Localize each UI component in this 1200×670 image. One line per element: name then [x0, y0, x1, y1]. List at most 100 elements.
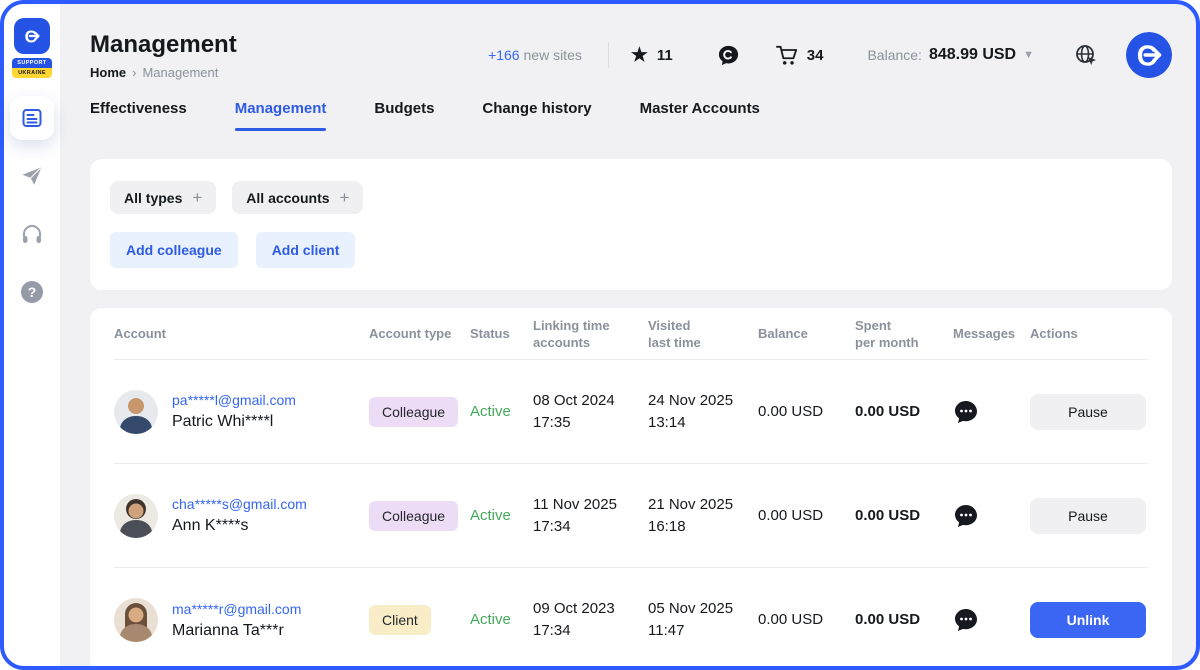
tab-effectiveness[interactable]: Effectiveness [90, 100, 187, 131]
language-button[interactable] [1074, 43, 1098, 67]
status-text: Active [470, 403, 511, 420]
tab-change-history[interactable]: Change history [482, 100, 591, 131]
collaborator-logo-icon: C [19, 23, 45, 49]
filter-all-accounts-label: All accounts [246, 190, 329, 206]
col-header-text: Account [114, 325, 369, 342]
col-header-text: Balance [758, 325, 855, 342]
tab-master-accounts[interactable]: Master Accounts [640, 100, 760, 131]
actions-cell: Pause [1030, 498, 1148, 534]
sidebar-item-help[interactable]: ? [10, 270, 54, 314]
sidebar-item-support[interactable] [10, 212, 54, 256]
profile-avatar[interactable]: C [1126, 32, 1172, 78]
account-cell: pa*****l@gmail.com Patric Whi****l [114, 390, 369, 434]
balance-dropdown[interactable]: Balance: 848.99 USD ▼ [867, 46, 1034, 64]
support-ukraine-badge: SUPPORT UKRAINE [12, 58, 52, 78]
linking-time-cell: 08 Oct 2024 17:35 [533, 390, 648, 434]
col-header-text: Account type [369, 325, 470, 342]
col-header-text: Actions [1030, 325, 1148, 342]
question-icon: ? [21, 281, 43, 303]
linking-time: 17:34 [533, 620, 648, 642]
account-type-cell: Colleague [369, 397, 470, 427]
messages-cell [953, 607, 1030, 633]
sidebar-nav: ? [10, 96, 54, 328]
sidebar-item-telegram[interactable] [10, 154, 54, 198]
messenger-button[interactable] [717, 44, 740, 67]
sidebar-item-content[interactable] [10, 96, 54, 140]
plus-icon: + [192, 189, 202, 206]
page-title: Management [90, 31, 237, 59]
app-logo[interactable]: C [14, 18, 50, 54]
chat-bubble-icon [717, 44, 740, 67]
balance-amount: 0.00 USD [758, 403, 823, 420]
account-type-badge: Colleague [369, 501, 458, 531]
cart-button[interactable]: 34 [776, 45, 824, 66]
balance-cell: 0.00 USD [758, 403, 855, 421]
breadcrumb-home-link[interactable]: Home [90, 65, 126, 80]
spent-cell: 0.00 USD [855, 403, 953, 421]
topbar-right: +166 new sites ★ 11 [488, 32, 1172, 78]
status-cell: Active [470, 507, 533, 525]
app-window: C SUPPORT UKRAINE [0, 0, 1200, 670]
cart-icon [776, 45, 798, 66]
tab-management[interactable]: Management [235, 100, 327, 131]
linking-time: 17:35 [533, 412, 648, 434]
status-text: Active [470, 611, 511, 628]
chevron-down-icon: ▼ [1023, 49, 1034, 61]
balance-label: Balance: [867, 47, 921, 63]
add-colleague-button[interactable]: Add colleague [110, 232, 238, 268]
account-email-link[interactable]: cha*****s@gmail.com [172, 496, 307, 512]
globe-cursor-icon [1074, 43, 1098, 67]
user-avatar [114, 494, 158, 538]
spent-cell: 0.00 USD [855, 507, 953, 525]
visited-date: 24 Nov 2025 [648, 390, 758, 412]
sidebar: C SUPPORT UKRAINE [4, 4, 60, 666]
message-button[interactable] [953, 607, 979, 633]
col-header-account-type: Account type [369, 325, 470, 342]
col-header-spent: Spent per month [855, 317, 953, 351]
table-row: pa*****l@gmail.com Patric Whi****l Colle… [114, 360, 1148, 464]
spent-cell: 0.00 USD [855, 611, 953, 629]
visited-cell: 21 Nov 2025 16:18 [648, 494, 758, 538]
table-row: cha*****s@gmail.com Ann K****s Colleague… [114, 464, 1148, 568]
account-cell: cha*****s@gmail.com Ann K****s [114, 494, 369, 538]
tab-budgets[interactable]: Budgets [374, 100, 434, 131]
col-header-visited: Visited last time [648, 317, 758, 351]
col-header-account: Account [114, 325, 369, 342]
breadcrumb: Home › Management [90, 65, 237, 80]
spent-amount: 0.00 USD [855, 403, 920, 420]
balance-cell: 0.00 USD [758, 507, 855, 525]
message-button[interactable] [953, 399, 979, 425]
cart-count: 34 [807, 47, 824, 64]
linking-time-cell: 11 Nov 2025 17:34 [533, 494, 648, 538]
filter-button-row: Add colleague Add client [110, 232, 1152, 268]
linking-date: 11 Nov 2025 [533, 494, 648, 516]
status-cell: Active [470, 611, 533, 629]
filter-all-types[interactable]: All types + [110, 181, 216, 214]
visited-date: 05 Nov 2025 [648, 598, 758, 620]
linking-date: 08 Oct 2024 [533, 390, 648, 412]
tab-bar: Effectiveness Management Budgets Change … [90, 100, 1172, 131]
account-name: Ann K****s [172, 517, 307, 535]
favorites-count: 11 [657, 47, 673, 64]
unlink-button[interactable]: Unlink [1030, 602, 1146, 638]
new-sites-count: +166 [488, 47, 520, 63]
account-email-link[interactable]: ma*****r@gmail.com [172, 601, 301, 617]
message-button[interactable] [953, 503, 979, 529]
user-avatar [114, 390, 158, 434]
filter-chip-row: All types + All accounts + [110, 181, 1152, 214]
balance-cell: 0.00 USD [758, 611, 855, 629]
account-type-cell: Client [369, 605, 470, 635]
linking-date: 09 Oct 2023 [533, 598, 648, 620]
favorites-button[interactable]: ★ 11 [631, 46, 673, 65]
pause-button[interactable]: Pause [1030, 394, 1146, 430]
headphones-icon [20, 222, 44, 246]
account-email-link[interactable]: pa*****l@gmail.com [172, 392, 296, 408]
pause-button[interactable]: Pause [1030, 498, 1146, 534]
linking-time: 17:34 [533, 516, 648, 538]
new-sites-link[interactable]: +166 new sites [488, 47, 582, 63]
messages-cell [953, 399, 1030, 425]
filter-all-accounts[interactable]: All accounts + [232, 181, 363, 214]
plus-icon: + [340, 189, 350, 206]
account-name: Marianna Ta***r [172, 622, 301, 640]
add-client-button[interactable]: Add client [256, 232, 356, 268]
